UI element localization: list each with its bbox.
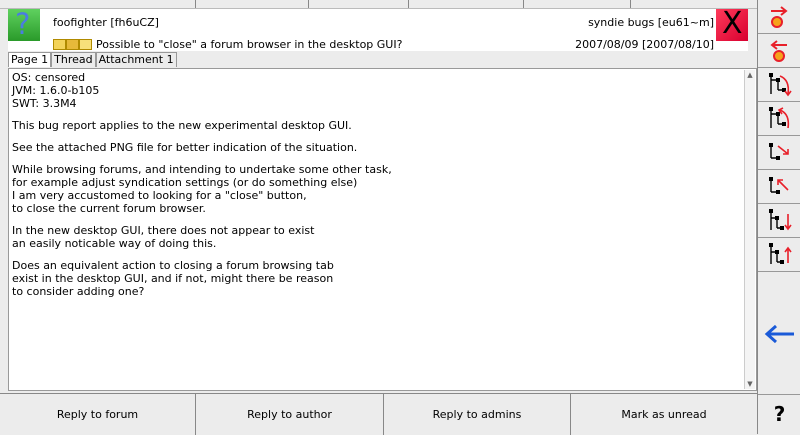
question-mark-icon: ? bbox=[15, 7, 31, 41]
message-body-text: OS: censored JVM: 1.6.0-b105 SWT: 3.3M4 … bbox=[12, 71, 742, 307]
reply-to-admins-button[interactable]: Reply to admins bbox=[384, 394, 571, 435]
mark-as-unread-button[interactable]: Mark as unread bbox=[571, 394, 757, 435]
reply-to-author-button[interactable]: Reply to author bbox=[196, 394, 384, 435]
first-in-thread-button[interactable] bbox=[758, 238, 800, 272]
last-in-thread-icon bbox=[769, 209, 792, 231]
author-avatar[interactable]: ? bbox=[8, 7, 40, 41]
body-paragraph: OS: censored JVM: 1.6.0-b105 SWT: 3.3M4 bbox=[12, 71, 100, 110]
prev-message-icon bbox=[769, 177, 789, 194]
prev-message-button[interactable] bbox=[758, 170, 800, 204]
last-in-thread-button[interactable] bbox=[758, 204, 800, 238]
top-strip-segment bbox=[195, 0, 309, 8]
message-body[interactable]: OS: censored JVM: 1.6.0-b105 SWT: 3.3M4 … bbox=[8, 68, 757, 391]
navigation-sidebar: ? bbox=[757, 0, 800, 434]
vertical-scrollbar[interactable]: ▲ ▼ bbox=[744, 70, 755, 389]
author-label[interactable]: foofighter [fh6uCZ] bbox=[53, 16, 159, 29]
next-message-icon bbox=[769, 143, 789, 160]
back-button[interactable] bbox=[758, 274, 800, 395]
prev-thread-button[interactable] bbox=[758, 34, 800, 68]
next-message-button[interactable] bbox=[758, 136, 800, 170]
back-icon bbox=[764, 324, 794, 344]
reference-flag-icon bbox=[66, 39, 79, 50]
body-paragraph: Does an equivalent action to closing a f… bbox=[12, 259, 334, 298]
top-strip-segment bbox=[308, 0, 409, 8]
tab-attachment-1[interactable]: Attachment 1 bbox=[95, 52, 177, 67]
body-paragraph: While browsing forums, and intending to … bbox=[12, 163, 392, 215]
bottom-action-bar: Reply to forum Reply to author Reply to … bbox=[0, 393, 757, 435]
help-button[interactable]: ? bbox=[758, 394, 800, 434]
tab-thread[interactable]: Thread bbox=[51, 52, 96, 67]
prev-in-thread-icon bbox=[769, 107, 790, 129]
message-tabs: Page 1 Thread Attachment 1 bbox=[8, 52, 177, 68]
body-paragraph: See the attached PNG file for better ind… bbox=[12, 141, 358, 154]
prev-in-thread-button[interactable] bbox=[758, 102, 800, 136]
message-header: ? foofighter [fh6uCZ] syndie bugs [eu61~… bbox=[8, 6, 748, 51]
reply-to-forum-button[interactable]: Reply to forum bbox=[0, 394, 196, 435]
body-paragraph: In the new desktop GUI, there does not a… bbox=[12, 224, 315, 250]
attachment-flag-icon bbox=[53, 39, 66, 50]
first-in-thread-icon bbox=[769, 243, 792, 264]
body-paragraph: This bug report applies to the new exper… bbox=[12, 119, 352, 132]
next-thread-button[interactable] bbox=[758, 0, 800, 34]
top-strip-segment bbox=[408, 0, 524, 8]
prev-thread-icon bbox=[770, 40, 787, 62]
scroll-down-icon[interactable]: ▼ bbox=[745, 379, 755, 389]
top-strip-segment bbox=[523, 0, 631, 8]
next-in-thread-icon bbox=[769, 73, 792, 97]
message-subject: Possible to "close" a forum browser in t… bbox=[96, 38, 403, 51]
message-flag-icons bbox=[53, 38, 93, 50]
close-icon: X bbox=[722, 6, 743, 41]
close-message-button[interactable]: X bbox=[716, 6, 748, 41]
next-thread-icon bbox=[771, 6, 788, 28]
message-dates: 2007/08/09 [2007/08/10] bbox=[575, 38, 714, 51]
tab-page-1[interactable]: Page 1 bbox=[8, 52, 52, 67]
image-flag-icon bbox=[79, 39, 92, 50]
forum-label[interactable]: syndie bugs [eu61~m] bbox=[588, 16, 714, 29]
top-toolbar-strip bbox=[0, 0, 757, 9]
next-in-thread-button[interactable] bbox=[758, 68, 800, 102]
scroll-up-icon[interactable]: ▲ bbox=[745, 70, 755, 80]
